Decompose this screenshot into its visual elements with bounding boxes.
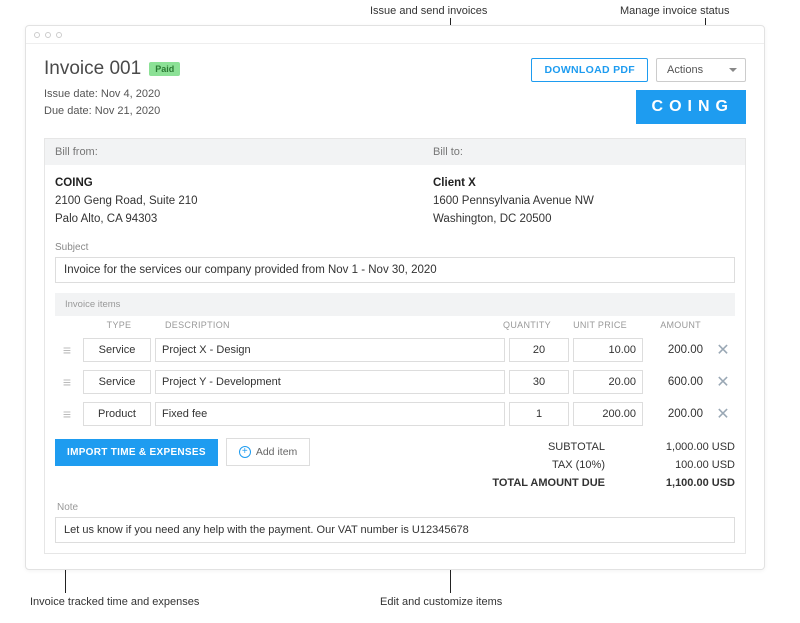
- item-description-input[interactable]: Project X - Design: [155, 338, 505, 362]
- item-unit-price-input[interactable]: 20.00: [573, 370, 643, 394]
- bill-from-name: COING: [55, 175, 413, 193]
- item-type-input[interactable]: Service: [83, 338, 151, 362]
- add-item-button[interactable]: + Add item: [226, 438, 310, 466]
- item-description-input[interactable]: Fixed fee: [155, 402, 505, 426]
- subject-label: Subject: [45, 240, 745, 257]
- traffic-light: [56, 32, 62, 38]
- item-type-input[interactable]: Service: [83, 370, 151, 394]
- col-quantity: QUANTITY: [493, 320, 561, 330]
- item-quantity-input[interactable]: 1: [509, 402, 569, 426]
- delete-item-button[interactable]: ✕: [711, 404, 735, 424]
- item-amount: 200.00: [647, 344, 707, 356]
- drag-handle-icon[interactable]: ≡: [55, 342, 79, 358]
- bill-from-line2: Palo Alto, CA 94303: [55, 211, 413, 229]
- app-window: Invoice 001 Paid Issue date: Nov 4, 2020…: [25, 25, 765, 570]
- col-description: DESCRIPTION: [155, 320, 493, 330]
- window-titlebar: [26, 26, 764, 44]
- close-icon: ✕: [716, 340, 729, 360]
- col-type: TYPE: [83, 320, 155, 330]
- total-due-label: TOTAL AMOUNT DUE: [492, 477, 605, 489]
- add-item-label: Add item: [256, 446, 297, 458]
- bill-to-label: Bill to:: [423, 139, 745, 165]
- item-row: ≡ Service Project Y - Development 30 20.…: [55, 366, 735, 398]
- invoice-title: Invoice 001: [44, 58, 141, 80]
- plus-circle-icon: +: [239, 446, 251, 458]
- col-amount: AMOUNT: [639, 320, 707, 330]
- total-due-value: 1,100.00 USD: [645, 477, 735, 489]
- bill-from-block: COING 2100 Geng Road, Suite 210 Palo Alt…: [45, 175, 423, 228]
- note-input[interactable]: Let us know if you need any help with th…: [55, 517, 735, 543]
- close-icon: ✕: [716, 372, 729, 392]
- close-icon: ✕: [716, 404, 729, 424]
- subject-input[interactable]: Invoice for the services our company pro…: [55, 257, 735, 283]
- subtotal-label: SUBTOTAL: [495, 441, 605, 453]
- subtotal-value: 1,000.00 USD: [645, 441, 735, 453]
- item-unit-price-input[interactable]: 200.00: [573, 402, 643, 426]
- bill-to-block: Client X 1600 Pennsylvania Avenue NW Was…: [423, 175, 745, 228]
- annotation-edit-items: Edit and customize items: [380, 596, 502, 608]
- item-row: ≡ Service Project X - Design 20 10.00 20…: [55, 334, 735, 366]
- item-unit-price-input[interactable]: 10.00: [573, 338, 643, 362]
- item-type-input[interactable]: Product: [83, 402, 151, 426]
- brand-logo: COING: [636, 90, 746, 124]
- annotation-tracked: Invoice tracked time and expenses: [30, 596, 199, 608]
- bill-section: Bill from: Bill to: COING 2100 Geng Road…: [44, 138, 746, 554]
- tax-label: TAX (10%): [495, 459, 605, 471]
- actions-dropdown[interactable]: Actions: [656, 58, 746, 82]
- item-amount: 200.00: [647, 408, 707, 420]
- totals-block: SUBTOTAL 1,000.00 USD TAX (10%) 100.00 U…: [492, 438, 735, 492]
- item-quantity-input[interactable]: 30: [509, 370, 569, 394]
- bill-from-label: Bill from:: [45, 139, 423, 165]
- traffic-light: [34, 32, 40, 38]
- bill-to-line2: Washington, DC 20500: [433, 211, 735, 229]
- download-pdf-button[interactable]: DOWNLOAD PDF: [531, 58, 648, 82]
- annotation-issue-send: Issue and send invoices: [370, 5, 487, 17]
- traffic-light: [45, 32, 51, 38]
- item-amount: 600.00: [647, 376, 707, 388]
- delete-item-button[interactable]: ✕: [711, 372, 735, 392]
- delete-item-button[interactable]: ✕: [711, 340, 735, 360]
- col-unit-price: UNIT PRICE: [561, 320, 639, 330]
- items-header: Invoice items: [55, 293, 735, 316]
- annotation-manage-status: Manage invoice status: [620, 5, 729, 17]
- import-time-expenses-button[interactable]: IMPORT TIME & EXPENSES: [55, 439, 218, 466]
- tax-value: 100.00 USD: [645, 459, 735, 471]
- drag-handle-icon[interactable]: ≡: [55, 406, 79, 422]
- status-badge: Paid: [149, 62, 180, 76]
- note-label: Note: [55, 500, 735, 517]
- items-box: Invoice items TYPE DESCRIPTION QUANTITY …: [55, 293, 735, 430]
- header-row: Invoice 001 Paid Issue date: Nov 4, 2020…: [44, 58, 746, 124]
- window-content: Invoice 001 Paid Issue date: Nov 4, 2020…: [26, 44, 764, 569]
- bill-to-line1: 1600 Pennsylvania Avenue NW: [433, 193, 735, 211]
- item-row: ≡ Product Fixed fee 1 200.00 200.00 ✕: [55, 398, 735, 430]
- item-description-input[interactable]: Project Y - Development: [155, 370, 505, 394]
- item-quantity-input[interactable]: 20: [509, 338, 569, 362]
- drag-handle-icon[interactable]: ≡: [55, 374, 79, 390]
- due-date: Due date: Nov 21, 2020: [44, 103, 180, 120]
- issue-date: Issue date: Nov 4, 2020: [44, 86, 180, 103]
- bill-to-name: Client X: [433, 175, 735, 193]
- bill-from-line1: 2100 Geng Road, Suite 210: [55, 193, 413, 211]
